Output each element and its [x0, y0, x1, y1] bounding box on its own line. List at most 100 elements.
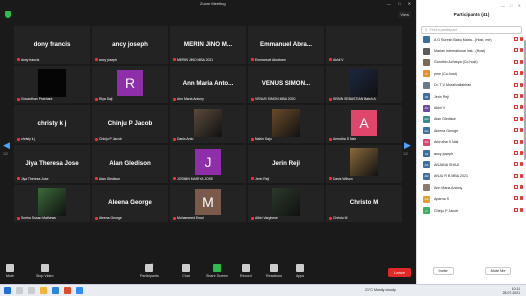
- apps-icon: [296, 264, 305, 272]
- participant-video-tile[interactable]: R Riya Saji: [92, 65, 168, 104]
- participant-row[interactable]: Marian International Inst...(Host): [417, 45, 526, 56]
- muted-mic-icon: [173, 58, 176, 62]
- apps-button[interactable]: Apps: [296, 264, 304, 278]
- muted-mic-icon: [520, 48, 523, 53]
- participant-row[interactable]: JR Jerin Reji: [417, 91, 526, 102]
- tile-name-label: VENUS SIMON MBA 2020: [251, 97, 295, 101]
- window-controls[interactable]: — □ ✕: [387, 1, 414, 6]
- stop-video-button[interactable]: Stop Video: [36, 264, 54, 278]
- video-off-icon: [514, 128, 518, 133]
- participant-video-tile[interactable]: Albin Varghese: [248, 184, 324, 223]
- participant-video-tile[interactable]: Christo M Christo M: [326, 184, 402, 223]
- chat-button[interactable]: Chat: [182, 264, 190, 278]
- video-off-icon: [514, 139, 518, 144]
- view-button[interactable]: View: [398, 11, 411, 18]
- tile-display-name: Jiya Theresa Jose: [25, 159, 79, 167]
- start-windows-icon[interactable]: [4, 287, 11, 294]
- muted-mic-icon: [17, 177, 20, 181]
- tile-name-label: Chinju P Jacob: [95, 137, 122, 141]
- participant-video-tile[interactable]: VENUS SIMON... VENUS SIMON MBA 2020: [248, 65, 324, 104]
- participant-row[interactable]: AS ANJANA SHAJI: [417, 159, 526, 170]
- participant-row[interactable]: AV Akhil V: [417, 102, 526, 113]
- search-icon[interactable]: [16, 287, 23, 294]
- share-screen-button[interactable]: Share Screen: [206, 264, 228, 278]
- participant-video-tile[interactable]: Ann Maria Anto... Ann Maria Antony: [170, 65, 246, 104]
- participant-video-tile[interactable]: ancy joseph ancy joseph: [92, 26, 168, 64]
- camera-icon: [40, 264, 49, 272]
- tile-name-label: Aleena George: [95, 216, 122, 220]
- edge-icon[interactable]: [52, 287, 59, 294]
- participant-video-tile[interactable]: christy k j christy k j: [14, 105, 90, 143]
- video-off-icon: [514, 48, 518, 53]
- participant-video-tile[interactable]: Akhil V: [326, 26, 402, 64]
- record-icon: [241, 264, 250, 272]
- leave-button[interactable]: Leave: [388, 268, 411, 277]
- participant-video-tile[interactable]: Nabin Saju: [248, 105, 324, 143]
- tile-avatar-initial: M: [195, 188, 221, 215]
- participants-button[interactable]: Participants 41: [140, 263, 159, 278]
- participant-video-tile[interactable]: Chinju P Jacob Chinju P Jacob: [92, 105, 168, 143]
- participant-video-tile[interactable]: A Amrutha S Nair: [326, 105, 402, 143]
- participant-video-tile[interactable]: Jerin Reji Jerin Reji: [248, 145, 324, 183]
- participant-video-tile[interactable]: Jiya Theresa Jose Jiya Theresa Jose: [14, 145, 90, 183]
- video-off-icon: [514, 116, 518, 121]
- participant-row[interactable]: Ppme (Co-host): [417, 68, 526, 79]
- weather-widget[interactable]: 21°C Mostly cloudy: [365, 288, 396, 292]
- participant-row[interactable]: A G Suresh Babu Maria...(Host, me): [417, 34, 526, 45]
- panel-window-controls-icon[interactable]: — □ ✕: [501, 3, 523, 8]
- tile-label-text: Sneha Susan Mathews: [21, 216, 56, 221]
- security-shield-icon[interactable]: [5, 11, 11, 18]
- participant-row[interactable]: AJ ancy joseph: [417, 148, 526, 159]
- participant-video-tile[interactable]: M Mohammed Emal: [170, 184, 246, 223]
- participant-name: Amrutha S Nair: [434, 140, 459, 145]
- system-clock[interactable]: 10:11 28-07-2021: [503, 287, 520, 295]
- participant-row[interactable]: AG Alan Gledison: [417, 114, 526, 125]
- participant-video-tile[interactable]: Danis Anto: [170, 105, 246, 143]
- participant-search-field[interactable]: ⚲ Find a participant: [421, 26, 522, 34]
- participant-video-tile[interactable]: dony francis dony francis: [14, 26, 90, 64]
- participant-row[interactable]: AR ANJU R B MBA 2021: [417, 171, 526, 182]
- muted-mic-icon: [520, 185, 523, 190]
- participant-row[interactable]: AS Amrutha S Nair: [417, 137, 526, 148]
- tile-label-text: SEBIN SEBASTIAN Batch A: [333, 97, 376, 102]
- participant-name: pme (Co-host): [434, 71, 457, 76]
- muted-mic-icon: [520, 128, 523, 133]
- participant-row[interactable]: Dr. T V Muralivallabhan: [417, 80, 526, 91]
- invite-button[interactable]: Invite: [432, 267, 454, 275]
- task-view-icon[interactable]: [28, 287, 35, 294]
- muted-mic-icon: [520, 207, 523, 212]
- zoom-icon[interactable]: [76, 287, 83, 294]
- participant-video-tile[interactable]: J JOSMIN MARIYA JOSE: [170, 145, 246, 183]
- participant-row[interactable]: C Chinju P Jacob: [417, 205, 526, 216]
- record-button[interactable]: Record: [240, 264, 252, 278]
- participant-video-tile[interactable]: Sneha Susan Mathews: [14, 184, 90, 223]
- participant-video-tile[interactable]: MERIN JINO M... MERIN JINO MBA 2021: [170, 26, 246, 64]
- tile-label-text: Jerin Reji: [255, 176, 270, 181]
- participant-video-tile[interactable]: Alan Gledison Alan Gledison: [92, 145, 168, 183]
- participants-panel: Participants (41) — □ ✕ ⚲ Find a partici…: [416, 0, 526, 284]
- participant-video-tile[interactable]: Aleena George Aleena George: [92, 184, 168, 223]
- participant-row[interactable]: AG Aleena George: [417, 125, 526, 136]
- participant-name: Dr. T V Muralivallabhan: [434, 83, 472, 88]
- participant-row[interactable]: Gundhin Acharya (Co-host): [417, 57, 526, 68]
- mute-me-button[interactable]: Mute Me: [484, 267, 512, 275]
- tile-name-label: Ann Maria Antony: [173, 97, 204, 101]
- chrome-icon[interactable]: [64, 287, 71, 294]
- participant-video-tile[interactable]: SEBIN SEBASTIAN Batch A: [326, 65, 402, 104]
- participant-count-badge: 41: [150, 263, 154, 267]
- tile-name-label: ancy joseph: [95, 58, 117, 62]
- participant-row[interactable]: AS Aparna S: [417, 193, 526, 204]
- tile-display-name: Jerin Reji: [272, 159, 300, 167]
- muted-mic-icon: [329, 58, 332, 62]
- participant-video-tile[interactable]: Emmanuel Abra... Emmanuel Abraham: [248, 26, 324, 64]
- participant-name: Gundhin Acharya (Co-host): [434, 60, 478, 65]
- participant-row[interactable]: Ann Maria Antony: [417, 182, 526, 193]
- participant-video-tile[interactable]: Davis Wilson: [326, 145, 402, 183]
- reactions-button[interactable]: Reactions: [266, 264, 282, 278]
- next-page-arrow-icon[interactable]: ▶: [404, 140, 411, 151]
- tile-avatar-initial: J: [195, 149, 221, 176]
- participant-video-tile[interactable]: Govardhan Prashant: [14, 65, 90, 104]
- file-explorer-icon[interactable]: [40, 287, 47, 294]
- mute-button[interactable]: Mute: [6, 264, 14, 278]
- prev-page-arrow-icon[interactable]: ◀: [3, 140, 10, 151]
